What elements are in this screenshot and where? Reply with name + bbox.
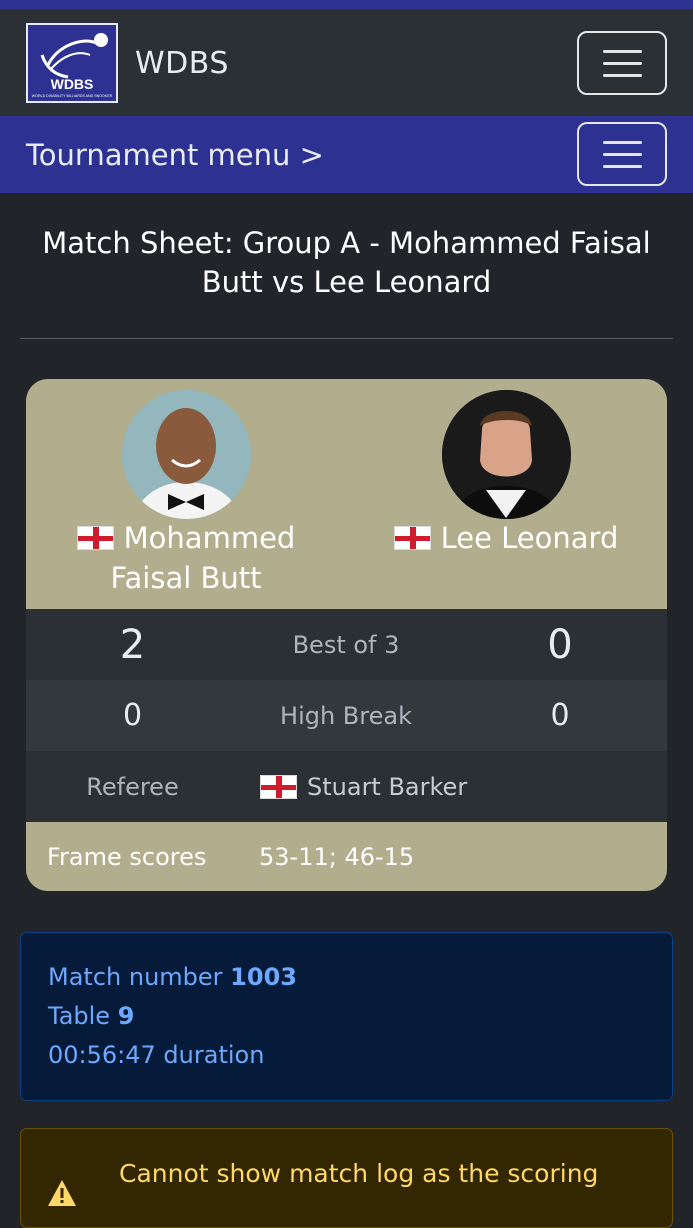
tournament-menu-link[interactable]: Tournament menu >: [26, 138, 324, 172]
player1-name[interactable]: Mohammed Faisal Butt: [36, 518, 336, 598]
player2-name[interactable]: Lee Leonard: [356, 518, 656, 558]
high-break-label: High Break: [280, 701, 412, 730]
hamburger-icon-bar: [603, 62, 642, 65]
referee-name[interactable]: Stuart Barker: [260, 751, 467, 822]
high-break-row: 0 High Break 0: [26, 680, 667, 751]
logo-text: WDBS: [51, 76, 94, 92]
player2-high-break: 0: [550, 698, 570, 733]
match-card: Mohammed Faisal Butt Lee Leonard 2 Best …: [26, 379, 667, 891]
match-number-label: Match number: [48, 963, 223, 991]
hamburger-icon: [603, 50, 642, 53]
player1-avatar[interactable]: [122, 390, 251, 519]
frames-row: 2 Best of 3 0: [26, 609, 667, 680]
duration-line: 00:56:47 duration: [48, 1041, 265, 1069]
hamburger-icon-bar: [603, 74, 642, 77]
wdbs-logo[interactable]: WDBS WORLD DISABILITY BILLIARDS AND SNOO…: [26, 23, 118, 103]
england-flag-icon: [393, 526, 431, 550]
frame-scores-row: Frame scores 53-11; 46-15: [26, 822, 667, 891]
player1-frames: 2: [119, 621, 146, 668]
divider: [20, 338, 673, 339]
player2-avatar[interactable]: [442, 390, 571, 519]
warning-text: Cannot show match log as the scoring: [119, 1159, 599, 1188]
referee-name-text: Stuart Barker: [307, 772, 468, 801]
player2-name-text: Lee Leonard: [440, 521, 619, 555]
tournament-bar: Tournament menu >: [0, 116, 693, 193]
player2-frames: 0: [547, 621, 573, 668]
nav-menu-button[interactable]: [577, 31, 667, 95]
england-flag-icon: [260, 774, 297, 799]
match-number-line: Match number 1003: [48, 963, 297, 991]
logo-subtitle: WORLD DISABILITY BILLIARDS AND SNOOKER: [32, 94, 113, 98]
table-value: 9: [117, 1002, 135, 1030]
page-title: Match Sheet: Group A - Mohammed Faisal B…: [42, 226, 651, 299]
best-of-label: Best of 3: [292, 630, 400, 659]
referee-label: Referee: [86, 772, 179, 801]
table-label: Table: [48, 1002, 111, 1030]
warning-icon: [48, 1180, 76, 1206]
player1-name-text: Mohammed Faisal Butt: [110, 521, 296, 595]
navbar: WDBS WORLD DISABILITY BILLIARDS AND SNOO…: [0, 9, 693, 116]
hamburger-icon: [603, 141, 642, 144]
hamburger-icon-bar: [603, 165, 642, 168]
top-stripe: [0, 0, 693, 9]
player1-high-break: 0: [122, 698, 143, 733]
brand-name[interactable]: WDBS: [135, 46, 229, 81]
tournament-menu-button[interactable]: [577, 122, 667, 186]
frame-scores-value: 53-11; 46-15: [259, 842, 415, 871]
hamburger-icon-bar: [603, 153, 642, 156]
match-number-value: 1003: [230, 963, 297, 991]
referee-row: Referee Stuart Barker: [26, 751, 667, 822]
table-line: Table 9: [48, 1002, 134, 1030]
frame-scores-label: Frame scores: [47, 842, 207, 871]
match-info-box: Match number 1003 Table 9 00:56:47 durat…: [20, 932, 673, 1101]
warning-alert: Cannot show match log as the scoring: [20, 1128, 673, 1228]
england-flag-icon: [76, 526, 114, 550]
